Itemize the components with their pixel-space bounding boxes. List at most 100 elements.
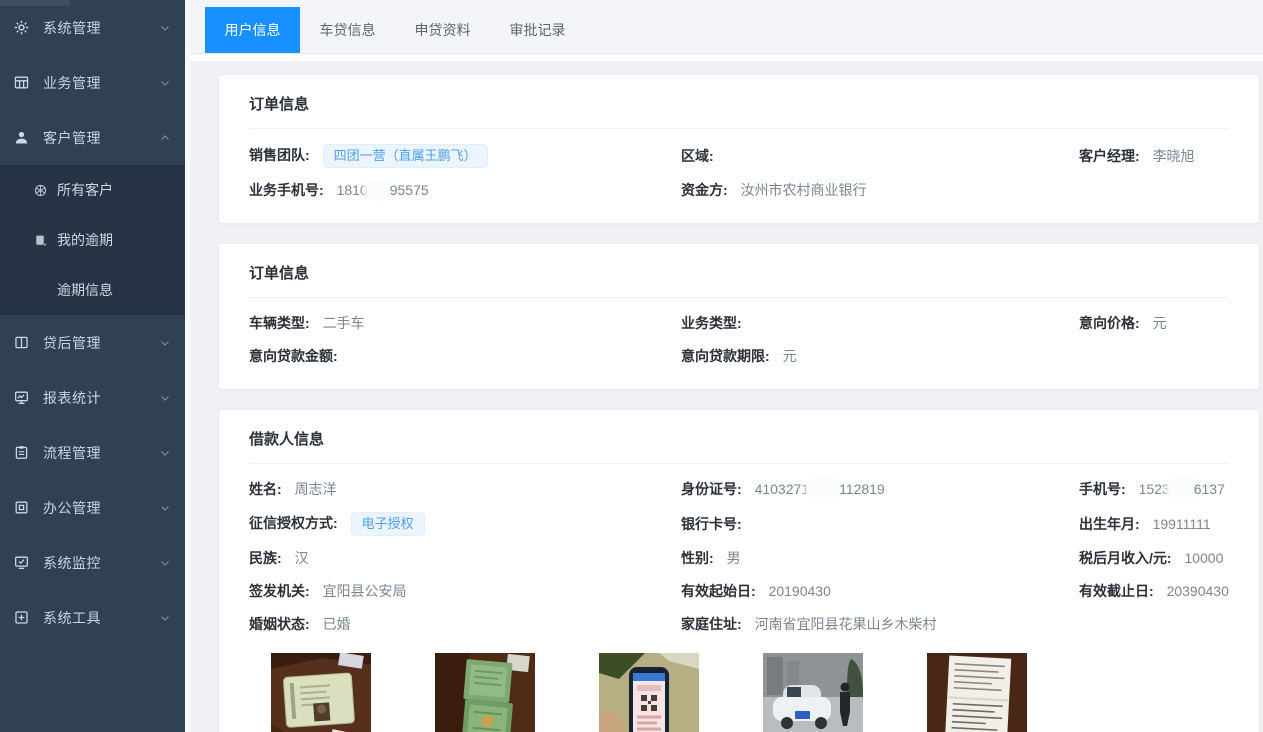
field-value: 宜阳县公安局	[323, 583, 407, 599]
sidebar-item-report-stats[interactable]: 报表统计	[0, 370, 185, 425]
field-value: 6137	[1194, 481, 1225, 497]
income-field: 税后月收入/元: 10000	[1079, 548, 1229, 569]
wheel-icon	[33, 183, 48, 198]
field-label: 有效起始日:	[681, 583, 756, 599]
redaction-mask	[809, 482, 839, 495]
valid-to-field: 有效截止日: 20390430	[1079, 581, 1229, 602]
field-label: 车辆类型:	[249, 315, 310, 331]
field-label: 身份证号:	[681, 481, 742, 497]
field-value: 已婚	[323, 616, 351, 632]
mobile-field: 手机号: 1523 6137	[1079, 479, 1229, 500]
tools-icon	[13, 609, 30, 626]
sidebar-item-system-tools[interactable]: 系统工具	[0, 590, 185, 645]
document-paper-photo[interactable]: 其他材料	[927, 653, 1027, 732]
field-value: 112819	[839, 481, 885, 497]
phone-qr-photo[interactable]: 征信授权	[599, 653, 699, 732]
marital-field: 婚姻状态: 已婚	[249, 614, 681, 635]
document-photos: 人车照	[271, 653, 1229, 732]
field-label: 销售团队:	[249, 147, 310, 163]
sidebar-item-all-customers[interactable]: 所有客户	[0, 165, 185, 215]
chevron-down-icon	[159, 612, 171, 624]
sidebar-item-label: 逾期信息	[57, 280, 113, 300]
field-label: 有效截止日:	[1079, 583, 1154, 599]
redaction-mask	[1170, 482, 1194, 495]
customer-icon	[13, 129, 30, 146]
field-value: 1523	[1139, 481, 1170, 497]
sidebar-item-label: 办公管理	[43, 498, 159, 518]
clipboard-icon	[13, 444, 30, 461]
sidebar-item-postloan-mgmt[interactable]: 贷后管理	[0, 315, 185, 370]
photo-thumbnail	[927, 653, 1027, 732]
intended-price-field: 意向价格: 元	[1079, 313, 1229, 334]
field-label: 手机号:	[1079, 481, 1126, 497]
sidebar-item-overdue-info[interactable]: 逾期信息	[0, 265, 185, 315]
photo-thumbnail	[763, 653, 863, 732]
field-value: 元	[1153, 315, 1167, 331]
tab-car-loan-info[interactable]: 车贷信息	[300, 7, 395, 53]
vehicle-type-field: 车辆类型: 二手车	[249, 313, 681, 334]
sidebar-item-label: 所有客户	[57, 180, 113, 200]
field-value: 汝州市农村商业银行	[741, 182, 867, 198]
field-value: 二手车	[323, 315, 365, 331]
field-value: 19911111	[1153, 516, 1211, 532]
sidebar-item-system-mgmt[interactable]: 系统管理	[0, 0, 185, 55]
redaction-mask	[368, 183, 390, 196]
chevron-down-icon	[159, 447, 171, 459]
person-car-photo[interactable]: 人车照	[763, 653, 863, 732]
customer-submenu: 所有客户 我的逾期 逾期信息	[0, 165, 185, 315]
borrower-info-card: 借款人信息 姓名: 周志洋 身份证号: 4103271112819 手机号: 1…	[218, 409, 1260, 732]
tabstrip-gap	[190, 54, 1263, 61]
field-label: 出生年月:	[1079, 516, 1140, 532]
sidebar-item-label: 报表统计	[43, 388, 159, 408]
field-label: 税后月收入/元:	[1079, 550, 1172, 566]
field-label: 意向贷款金额:	[249, 348, 338, 364]
business-phone-field: 业务手机号: 181095575	[249, 180, 681, 201]
field-value: 河南省宜阳县花果山乡木柴村	[755, 616, 937, 632]
field-label: 意向贷款期限:	[681, 348, 770, 364]
sidebar-item-customer-mgmt[interactable]: 客户管理	[0, 110, 185, 165]
field-label: 业务手机号:	[249, 182, 324, 198]
field-value: 20190430	[769, 583, 831, 599]
sidebar-item-office-mgmt[interactable]: 办公管理	[0, 480, 185, 535]
field-label: 客户经理:	[1079, 148, 1140, 164]
sidebar-item-label: 流程管理	[43, 443, 159, 463]
region-field: 区域:	[681, 146, 1079, 167]
chevron-down-icon	[159, 22, 171, 34]
tab-approval-records[interactable]: 审批记录	[490, 7, 585, 53]
chart-monitor-icon	[13, 389, 30, 406]
name-field: 姓名: 周志洋	[249, 479, 681, 500]
grid-icon	[13, 74, 30, 91]
field-value: 20390430	[1167, 583, 1229, 599]
field-label: 区域:	[681, 148, 714, 164]
sidebar-item-system-monitor[interactable]: 系统监控	[0, 535, 185, 590]
sidebar-item-label: 系统管理	[43, 18, 159, 38]
tab-user-info[interactable]: 用户信息	[205, 7, 300, 53]
business-type-field: 业务类型:	[681, 313, 1079, 334]
photo-thumbnail	[599, 653, 699, 732]
tab-loan-application-docs[interactable]: 申贷资料	[395, 7, 490, 53]
id-card-photo[interactable]: 人车照	[271, 653, 371, 732]
sidebar-item-business-mgmt[interactable]: 业务管理	[0, 55, 185, 110]
sidebar-item-process-mgmt[interactable]: 流程管理	[0, 425, 185, 480]
book-icon	[13, 334, 30, 351]
field-label: 签发机关:	[249, 583, 310, 599]
card-title: 订单信息	[249, 93, 1229, 129]
overdue-doc-icon	[33, 233, 48, 248]
account-manager-field: 客户经理: 李晓旭	[1079, 146, 1229, 167]
ethnicity-field: 民族: 汉	[249, 548, 681, 569]
credit-auth-field: 征信授权方式: 电子授权	[249, 512, 681, 536]
field-label: 业务类型:	[681, 315, 742, 331]
sales-team-tag[interactable]: 四团一营（直属王鹏飞）	[323, 144, 488, 168]
app-window: 系统管理 业务管理 客户管理 所有客户	[0, 0, 1263, 732]
gear-icon	[13, 19, 30, 36]
photo-thumbnail	[271, 653, 371, 732]
field-value: 汉	[295, 550, 309, 566]
license-booklet-photo[interactable]: 行驶证照片	[435, 653, 535, 732]
field-value: 10000	[1184, 550, 1223, 566]
id-number-field: 身份证号: 4103271112819	[681, 479, 1079, 500]
sidebar-item-my-overdue[interactable]: 我的逾期	[0, 215, 185, 265]
chevron-down-icon	[159, 502, 171, 514]
field-label: 婚姻状态:	[249, 616, 310, 632]
field-value: 男	[727, 550, 741, 566]
chevron-down-icon	[159, 557, 171, 569]
